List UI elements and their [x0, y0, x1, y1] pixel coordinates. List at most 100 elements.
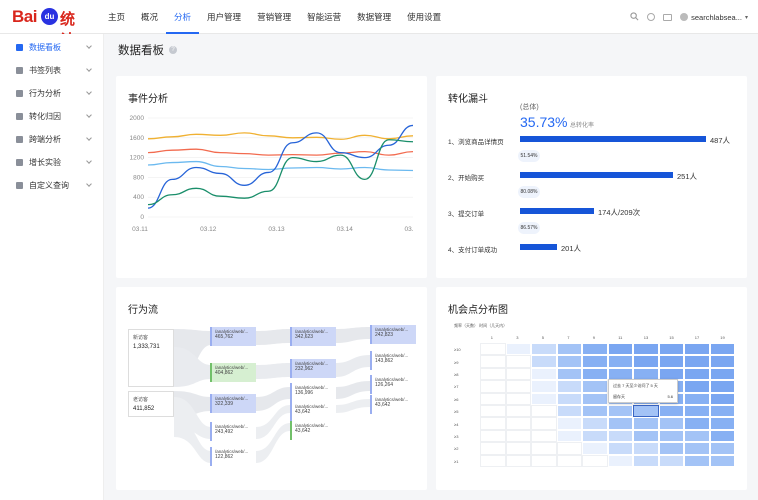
heatmap-cell[interactable] — [505, 417, 531, 430]
heatmap-cell[interactable] — [480, 429, 506, 443]
flow-node[interactable]: /analytics/web/... 404,862 — [210, 363, 256, 382]
heatmap-cell[interactable] — [658, 442, 684, 455]
heatmap-cell[interactable] — [633, 405, 659, 418]
flow-node[interactable]: /analytics/web/... 322,339 — [210, 394, 256, 413]
heatmap-cell[interactable] — [709, 417, 735, 430]
heatmap-cell[interactable] — [531, 442, 557, 455]
heatmap-cell[interactable] — [684, 417, 710, 430]
funnel-bar[interactable] — [520, 208, 594, 214]
sidebar-item-query[interactable]: 自定义查询 — [0, 174, 103, 197]
heatmap-cell[interactable] — [531, 454, 557, 467]
help-icon[interactable] — [647, 13, 656, 21]
heatmap-cell[interactable] — [607, 343, 633, 356]
nav-home[interactable]: 主页 — [100, 0, 133, 34]
heatmap-cell[interactable] — [480, 380, 506, 393]
heatmap-cell[interactable] — [531, 380, 557, 393]
mail-icon[interactable] — [663, 13, 673, 21]
heatmap-cell[interactable] — [658, 343, 684, 356]
heatmap-cell[interactable] — [582, 429, 608, 443]
heatmap-cell[interactable] — [607, 442, 633, 455]
flow-node[interactable]: /analytics/web/... 43,642 — [290, 402, 336, 421]
heatmap-cell[interactable] — [684, 380, 710, 393]
heatmap-cell[interactable] — [709, 429, 735, 443]
series-line-1[interactable] — [147, 132, 414, 140]
heatmap-cell[interactable] — [633, 343, 659, 356]
heatmap-cell[interactable] — [582, 343, 608, 356]
heatmap-cell[interactable] — [607, 355, 633, 368]
flow-node[interactable]: /analytics/web/... 43,642 — [290, 421, 336, 440]
heatmap-cell[interactable] — [607, 417, 633, 430]
heatmap-cell[interactable] — [684, 429, 710, 443]
heatmap-cell[interactable] — [684, 454, 710, 467]
nav-settings[interactable]: 使用设置 — [399, 0, 449, 34]
heatmap-cell[interactable] — [505, 392, 531, 405]
flow-node[interactable]: /analytics/web/... 143,862 — [370, 351, 416, 370]
flow-node[interactable]: /analytics/web/... 126,264 — [370, 375, 416, 394]
heatmap-cell[interactable] — [505, 442, 531, 455]
heatmap-cell[interactable] — [709, 367, 735, 381]
heatmap-cell[interactable] — [505, 343, 531, 356]
nav-smart-ops[interactable]: 智能运营 — [299, 0, 349, 34]
flow-node[interactable]: /analytics/web/... 232,962 — [290, 359, 336, 378]
heatmap-cell[interactable] — [531, 417, 557, 430]
heatmap-cell[interactable] — [556, 343, 582, 356]
heatmap-cell[interactable] — [658, 355, 684, 368]
heatmap-cell[interactable] — [633, 429, 659, 443]
heatmap-cell[interactable] — [684, 392, 710, 405]
heatmap-cell[interactable] — [480, 367, 506, 381]
heatmap-cell[interactable] — [531, 355, 557, 368]
heatmap-cell[interactable] — [480, 417, 506, 430]
heatmap-cell[interactable] — [684, 355, 710, 368]
baidu-tongji-logo[interactable]: Bai du 统计 — [12, 7, 82, 49]
sidebar-item-experiment[interactable]: 增长实验 — [0, 151, 103, 174]
flow-node[interactable]: /analytics/web/... 136,996 — [290, 383, 336, 402]
sidebar-item-behavior[interactable]: 行为分析 — [0, 82, 103, 105]
sidebar-item-dashboard[interactable]: 数据看板 — [0, 36, 103, 59]
heatmap-cell[interactable] — [505, 380, 531, 393]
flow-node[interactable]: /analytics/web/... 342,623 — [290, 327, 336, 346]
heatmap-cell[interactable] — [684, 367, 710, 381]
heatmap-cell[interactable] — [582, 442, 608, 455]
heatmap-cell[interactable] — [633, 355, 659, 368]
flow-node[interactable]: /analytics/web/... 242,823 — [370, 325, 416, 344]
heatmap-cell[interactable] — [684, 442, 710, 455]
heatmap-cell[interactable] — [658, 417, 684, 430]
flow-node[interactable]: /analytics/web/... 122,862 — [210, 447, 256, 466]
user-menu[interactable]: searchlabsea... ▾ — [680, 13, 748, 22]
heatmap-cell[interactable] — [556, 417, 582, 430]
heatmap-cell[interactable] — [556, 367, 582, 381]
flow-node[interactable]: /analytics/web/... 43,642 — [370, 395, 416, 414]
heatmap-cell[interactable] — [633, 454, 659, 467]
heatmap-cell[interactable] — [556, 429, 582, 443]
heatmap-cell[interactable] — [556, 355, 582, 368]
sidebar-item-bookmarks[interactable]: 书签列表 — [0, 59, 103, 82]
heatmap-cell[interactable] — [658, 429, 684, 443]
heatmap-cell[interactable] — [505, 405, 531, 418]
funnel-bar[interactable] — [520, 172, 673, 178]
heatmap-cell[interactable] — [531, 392, 557, 405]
nav-marketing[interactable]: 营销管理 — [249, 0, 299, 34]
heatmap-cell[interactable] — [531, 429, 557, 443]
heatmap-cell[interactable] — [556, 454, 582, 467]
funnel-bar[interactable] — [520, 244, 557, 250]
flow-source-node[interactable]: 新访客 1,333,731 — [128, 329, 174, 387]
heatmap-cell[interactable] — [582, 355, 608, 368]
heatmap-cell[interactable] — [658, 405, 684, 418]
heatmap-cell[interactable] — [556, 442, 582, 455]
heatmap-cell[interactable] — [658, 454, 684, 467]
flow-source-node[interactable]: 老访客 411,852 — [128, 391, 174, 417]
heatmap-cell[interactable] — [480, 442, 506, 455]
nav-analysis[interactable]: 分析 — [166, 0, 200, 34]
sidebar-item-attribution[interactable]: 转化归因 — [0, 105, 103, 128]
heatmap-cell[interactable] — [684, 405, 710, 418]
heatmap-cell[interactable] — [531, 343, 557, 356]
heatmap-cell[interactable] — [480, 343, 506, 356]
heatmap-cell[interactable] — [709, 343, 735, 356]
heatmap-cell[interactable] — [505, 355, 531, 368]
heatmap-cell[interactable] — [607, 429, 633, 443]
help-icon[interactable]: ? — [169, 46, 177, 54]
heatmap-cell[interactable] — [709, 355, 735, 368]
heatmap-cell[interactable] — [582, 454, 608, 467]
nav-users[interactable]: 用户管理 — [199, 0, 249, 34]
sidebar-item-cross-device[interactable]: 跨端分析 — [0, 128, 103, 151]
